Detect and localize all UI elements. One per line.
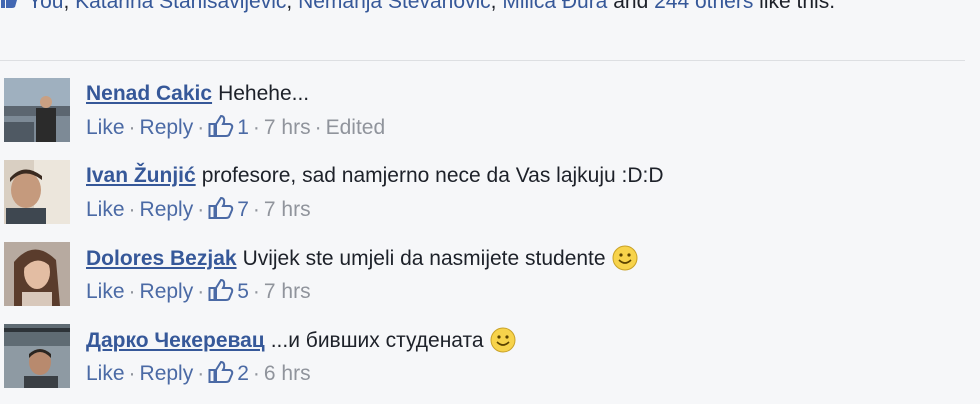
comment-author[interactable]: Ivan Žunjić [86, 164, 196, 187]
separator: · [128, 198, 136, 221]
smiley-emoji-icon [490, 327, 516, 360]
like-count-value: 1 [237, 116, 249, 139]
comment: Ivan Žunjić profesore, sad namjerno nece … [0, 160, 970, 240]
separator: · [252, 198, 260, 221]
names-separator: , [490, 0, 503, 13]
names-separator: , [63, 0, 76, 13]
timestamp[interactable]: 7 hrs [264, 198, 311, 221]
comment-body: Dolores Bezjak Uvijek ste umjeli da nasmi… [86, 245, 638, 278]
likes-summary: You, Katarina Stanisavljevic, Nemanja St… [0, 0, 960, 18]
comment-text: Uvijek ste umjeli da nasmijete studente [242, 247, 606, 270]
reply-link[interactable]: Reply [140, 280, 194, 303]
thumbs-up-icon [208, 196, 234, 219]
thumbs-up-icon [208, 278, 234, 301]
like-count-value: 7 [237, 198, 249, 221]
thumbs-up-icon [0, 0, 18, 18]
like-count[interactable]: 5 [208, 278, 249, 303]
likes-suffix: like this. [753, 0, 836, 13]
separator: · [197, 198, 205, 221]
comment-body: Ivan Žunjić profesore, sad namjerno nece … [86, 163, 664, 189]
avatar[interactable] [4, 324, 70, 388]
separator: · [252, 280, 260, 303]
names-separator: , [286, 0, 299, 13]
comment-text: ...и бивших студената [270, 329, 484, 352]
comment-text: Hehehe... [218, 82, 310, 105]
smiley-emoji-icon [612, 245, 638, 278]
like-link[interactable]: Like [86, 116, 125, 139]
comment: Дарко Чекеревац ...и бивших студената Lik… [0, 324, 970, 404]
reply-link[interactable]: Reply [140, 362, 194, 385]
timestamp[interactable]: 7 hrs [264, 280, 311, 303]
liker-link-1[interactable]: Katarina Stanisavljevic [75, 0, 286, 13]
like-count[interactable]: 7 [208, 196, 249, 221]
separator: · [128, 280, 136, 303]
comment-actions: Like · Reply · 5 · 7 hrs [86, 278, 311, 305]
divider [0, 60, 965, 61]
comment-actions: Like · Reply · 2 · 6 hrs [86, 360, 311, 387]
separator: · [128, 116, 136, 139]
avatar[interactable] [4, 78, 70, 142]
edited-label[interactable]: Edited [326, 116, 386, 139]
liker-link-3[interactable]: Milica Đura [502, 0, 607, 13]
comment-author[interactable]: Dolores Bezjak [86, 247, 237, 270]
avatar[interactable] [4, 242, 70, 306]
comment-body: Дарко Чекеревац ...и бивших студената [86, 327, 516, 360]
thumbs-up-icon [208, 114, 234, 137]
comment-body: Nenad Cakic Hehehe... [86, 81, 309, 107]
separator: · [314, 116, 322, 139]
and-text: and [607, 0, 655, 13]
comment-author[interactable]: Дарко Чекеревац [86, 329, 265, 352]
comment-actions: Like · Reply · 1 · 7 hrs · Edited [86, 114, 385, 141]
comment: Dolores Bezjak Uvijek ste umjeli da nasmi… [0, 242, 970, 322]
separator: · [197, 116, 205, 139]
like-count-value: 2 [237, 362, 249, 385]
like-link[interactable]: Like [86, 198, 125, 221]
separator: · [128, 362, 136, 385]
comment-author[interactable]: Nenad Cakic [86, 82, 212, 105]
others-link[interactable]: 244 others [654, 0, 753, 13]
comment-actions: Like · Reply · 7 · 7 hrs [86, 196, 311, 223]
separator: · [252, 116, 260, 139]
comment-text: profesore, sad namjerno nece da Vas lajk… [201, 164, 664, 187]
timestamp[interactable]: 6 hrs [264, 362, 311, 385]
separator: · [197, 280, 205, 303]
liker-link-0[interactable]: You [28, 0, 63, 13]
avatar[interactable] [4, 160, 70, 224]
timestamp[interactable]: 7 hrs [264, 116, 311, 139]
separator: · [197, 362, 205, 385]
like-count[interactable]: 2 [208, 360, 249, 385]
like-link[interactable]: Like [86, 280, 125, 303]
reply-link[interactable]: Reply [140, 116, 194, 139]
like-count-value: 5 [237, 280, 249, 303]
liker-link-2[interactable]: Nemanja Stevanovic [298, 0, 491, 13]
reply-link[interactable]: Reply [140, 198, 194, 221]
like-count[interactable]: 1 [208, 114, 249, 139]
thumbs-up-icon [208, 360, 234, 383]
separator: · [252, 362, 260, 385]
comment: Nenad Cakic Hehehe... Like · Reply · 1 · 7 hrs ·… [0, 78, 970, 158]
like-link[interactable]: Like [86, 362, 125, 385]
